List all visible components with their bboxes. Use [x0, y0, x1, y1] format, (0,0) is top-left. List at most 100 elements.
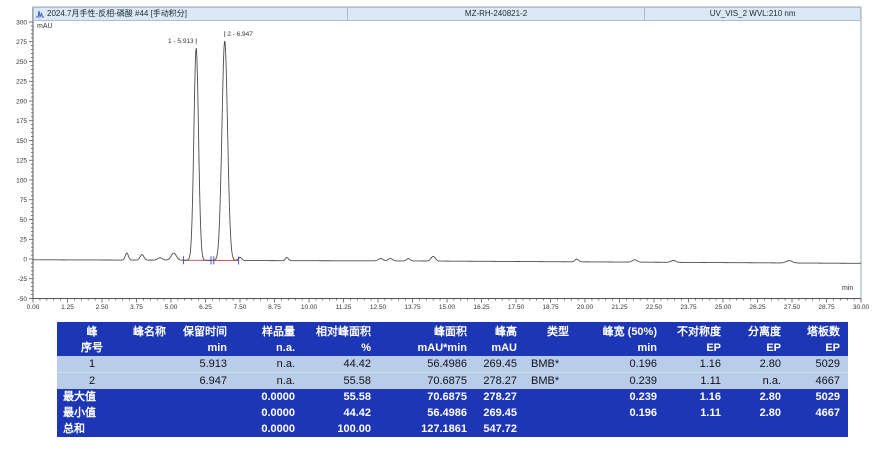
summary-row-sum: 总和0.0000100.00127.1861547.72: [57, 421, 848, 437]
cell-width50: 0.239: [591, 389, 665, 405]
chromatogram-header-bar: 2024.7月手性-反相-磷酸 #44 [手动积分] MZ-RH-240821-…: [33, 7, 861, 21]
table-header-row: 峰序号峰名称保留时间min样品量n.a.相对峰面积%峰面积mAU*min峰高mA…: [57, 322, 848, 356]
svg-text:300: 300: [16, 19, 27, 26]
chromatogram-icon: [36, 10, 44, 19]
cell-width50: [591, 421, 665, 437]
svg-text:-50: -50: [18, 296, 28, 303]
svg-text:25.00: 25.00: [715, 304, 732, 311]
column-header-type: 类型: [525, 324, 591, 356]
svg-text:225: 225: [16, 79, 27, 86]
svg-text:1.25: 1.25: [61, 304, 74, 311]
svg-text:26.25: 26.25: [749, 304, 766, 311]
cell-amount: 0.0000: [235, 405, 303, 421]
svg-text:11.25: 11.25: [336, 304, 352, 311]
cell-type: [525, 405, 591, 421]
cell-plates: 5029: [789, 389, 848, 405]
svg-text:5.00: 5.00: [165, 304, 178, 311]
cell-type: BMB*: [525, 356, 591, 372]
cell-retention: [177, 389, 235, 405]
svg-text:18.75: 18.75: [542, 304, 559, 311]
cell-peak_no: 2: [57, 373, 127, 389]
svg-text:16.25: 16.25: [473, 304, 490, 311]
sample-name: MZ-RH-240821-2: [348, 8, 645, 20]
cell-peak_no: 最小值: [57, 405, 127, 421]
cell-resolution: 2.80: [729, 405, 789, 421]
cell-resolution: n.a.: [729, 373, 789, 389]
summary-row-max: 最大值0.000055.5870.6875278.270.2391.162.80…: [57, 389, 848, 405]
svg-text:6.25: 6.25: [199, 304, 212, 311]
cell-asymmetry: 1.11: [665, 373, 729, 389]
cell-amount: n.a.: [235, 356, 303, 372]
cell-type: [525, 389, 591, 405]
cell-area: 70.6875: [379, 373, 475, 389]
cell-peak_name: [127, 405, 177, 421]
cell-height: 278.27: [475, 389, 525, 405]
svg-text:3.75: 3.75: [130, 304, 143, 311]
cell-height: 269.45: [475, 356, 525, 372]
injection-title: 2024.7月手性-反相-磷酸 #44 [手动积分]: [47, 8, 187, 20]
column-header-resolution: 分离度EP: [729, 324, 789, 356]
cell-peak_name: [127, 389, 177, 405]
cell-type: BMB*: [525, 373, 591, 389]
cell-area: 70.6875: [379, 389, 475, 405]
column-header-peak_no: 峰序号: [57, 324, 127, 356]
svg-text:17.50: 17.50: [508, 304, 525, 311]
svg-text:275: 275: [16, 39, 27, 46]
cell-asymmetry: [665, 421, 729, 437]
column-header-peak_name: 峰名称: [127, 324, 177, 356]
svg-text:25: 25: [20, 237, 28, 244]
cell-width50: 0.239: [591, 373, 665, 389]
cell-peak_no: 最大值: [57, 389, 127, 405]
peak-row-1[interactable]: 15.913n.a.44.4256.4986269.45BMB*0.1961.1…: [57, 356, 848, 372]
cell-retention: [177, 405, 235, 421]
cell-asymmetry: 1.16: [665, 356, 729, 372]
cell-height: 547.72: [475, 421, 525, 437]
svg-text:8.75: 8.75: [268, 304, 281, 311]
svg-text:75: 75: [20, 197, 28, 204]
channel-label: UV_VIS_2 WVL:210 nm: [645, 8, 860, 20]
svg-text:0: 0: [23, 256, 27, 263]
cell-area: 56.4986: [379, 356, 475, 372]
summary-row-min: 最小值0.000044.4256.4986269.450.1961.112.80…: [57, 405, 848, 421]
svg-text:22.50: 22.50: [646, 304, 663, 311]
column-header-retention: 保留时间min: [177, 324, 235, 356]
cell-peak_name: [127, 373, 177, 389]
column-header-width50: 峰宽 (50%)min: [591, 324, 665, 356]
cell-area: 127.1861: [379, 421, 475, 437]
svg-text:30.00: 30.00: [853, 304, 870, 311]
column-header-plates: 塔板数EP: [789, 324, 848, 356]
svg-text:200: 200: [16, 98, 27, 105]
cell-plates: 4667: [789, 373, 848, 389]
cell-area: 56.4986: [379, 405, 475, 421]
peak-row-2[interactable]: 26.947n.a.55.5870.6875278.27BMB*0.2391.1…: [57, 372, 848, 389]
cell-asymmetry: 1.11: [665, 405, 729, 421]
cell-width50: 0.196: [591, 405, 665, 421]
svg-text:13.75: 13.75: [404, 304, 421, 311]
cell-amount: 0.0000: [235, 421, 303, 437]
cell-rel_area: 55.58: [303, 373, 379, 389]
svg-text:21.25: 21.25: [611, 304, 628, 311]
cell-peak_no: 总和: [57, 421, 127, 437]
chromatography-report-view: -50-250255075100125150175200225250275300…: [0, 0, 879, 459]
svg-text:0.00: 0.00: [27, 304, 40, 311]
cell-resolution: 2.80: [729, 389, 789, 405]
column-header-area: 峰面积mAU*min: [379, 324, 475, 356]
svg-text:15.00: 15.00: [439, 304, 456, 311]
cell-amount: n.a.: [235, 373, 303, 389]
svg-text:28.75: 28.75: [818, 304, 835, 311]
svg-text:1 - 5.913: 1 - 5.913: [168, 38, 194, 45]
chromatogram-plot[interactable]: -50-250255075100125150175200225250275300…: [0, 0, 879, 318]
cell-plates: [789, 421, 848, 437]
integration-results-table: 峰序号峰名称保留时间min样品量n.a.相对峰面积%峰面积mAU*min峰高mA…: [57, 322, 848, 437]
svg-text:7.50: 7.50: [234, 304, 247, 311]
svg-text:250: 250: [16, 59, 27, 66]
cell-peak_name: [127, 356, 177, 372]
svg-text:2.50: 2.50: [96, 304, 109, 311]
svg-text:50: 50: [20, 217, 28, 224]
column-header-amount: 样品量n.a.: [235, 324, 303, 356]
column-header-height: 峰高mAU: [475, 324, 525, 356]
column-header-rel_area: 相对峰面积%: [303, 324, 379, 356]
injection-title-cell: 2024.7月手性-反相-磷酸 #44 [手动积分]: [34, 8, 348, 20]
cell-rel_area: 44.42: [303, 356, 379, 372]
cell-amount: 0.0000: [235, 389, 303, 405]
